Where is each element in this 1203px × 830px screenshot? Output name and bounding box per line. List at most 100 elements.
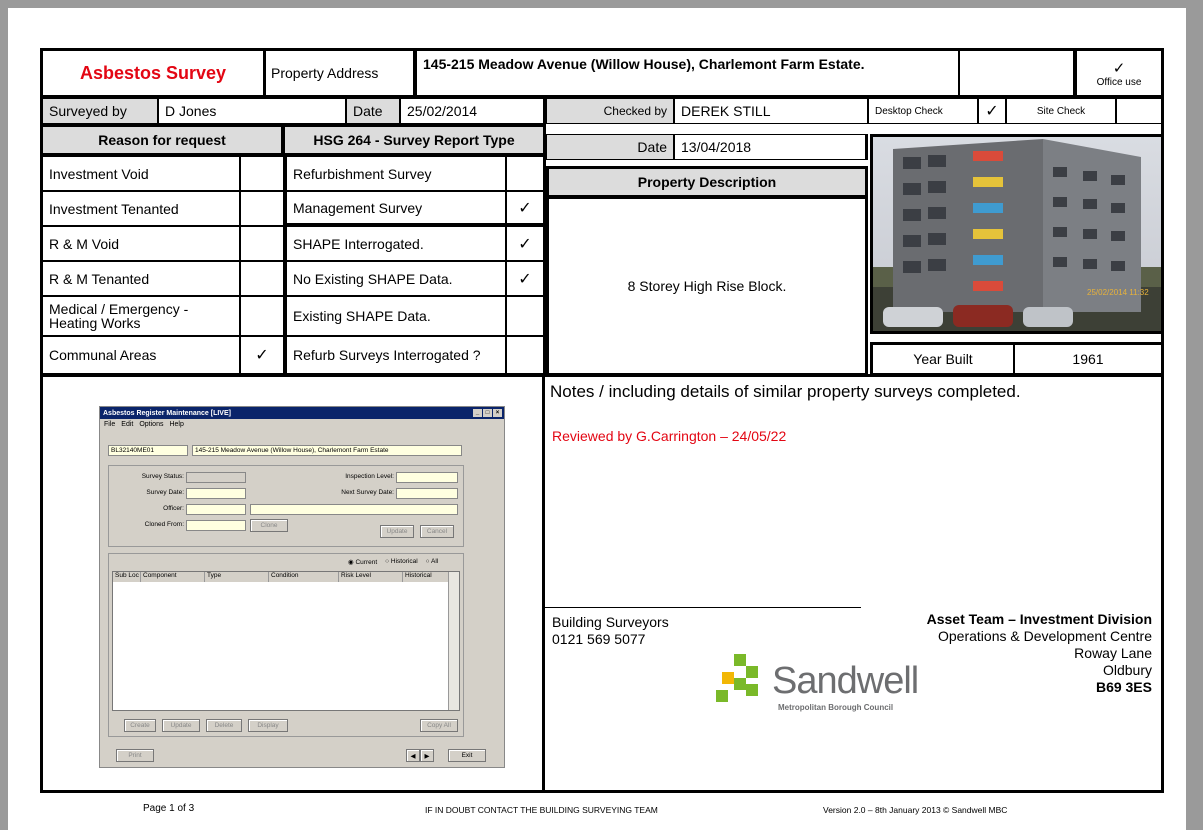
desktop-check-tick: ✓ — [985, 103, 999, 120]
hsg-row-2: Management Survey — [284, 191, 506, 226]
reason-tick-5 — [240, 296, 284, 336]
hsg-row-3: SHAPE Interrogated. — [284, 226, 506, 261]
sandwell-logo: Sandwell Metropolitan Borough Council — [716, 654, 946, 716]
col-risk-level: Risk Level — [339, 572, 403, 582]
reason-row-4: R & M Tenanted — [40, 261, 240, 296]
app-create-button: Create — [124, 719, 156, 732]
hsg-tick-6 — [506, 336, 546, 374]
desktop-check-tick-cell: ✓ — [978, 98, 1006, 124]
list-scrollbar — [448, 572, 459, 710]
hsg-label-5: Existing SHAPE Data. — [293, 308, 431, 324]
checked-by-label: Checked by — [603, 104, 667, 118]
notes-heading-bold: Notes — [550, 382, 595, 401]
app-cloned-from-label: Cloned From: — [144, 521, 184, 528]
hsg-label-6: Refurb Surveys Interrogated ? — [293, 347, 481, 363]
col-condition: Condition — [269, 572, 339, 582]
property-description-heading: Property Description — [637, 174, 777, 190]
hsg-label-1: Refurbishment Survey — [293, 165, 432, 182]
app-survey-status-select — [186, 472, 246, 483]
date-cell: 25/02/2014 — [400, 98, 544, 124]
hsg-label-4: No Existing SHAPE Data. — [293, 270, 453, 287]
viewer-scrollbar[interactable] — [1187, 0, 1203, 830]
reason-label-4: R & M Tenanted — [49, 270, 150, 287]
property-photo: 25/02/2014 11:32 — [870, 134, 1164, 334]
col-historical: Historical — [403, 572, 449, 582]
desktop-check-label-cell: Desktop Check — [868, 98, 978, 124]
checked-date-label-cell: Date — [546, 134, 674, 160]
reason-label-1: Investment Void — [49, 165, 149, 182]
app-ref-field: BL32140ME01 — [108, 445, 188, 456]
document-page: Asbestos Survey Property Address 145-215… — [8, 8, 1186, 830]
surveyed-by: D Jones — [165, 103, 217, 119]
hsg-heading: HSG 264 - Survey Report Type — [313, 132, 515, 148]
reason-heading-cell: Reason for request — [40, 124, 284, 156]
hsg-tick-mark-3: ✓ — [518, 235, 532, 253]
sandwell-logo-mark-icon — [716, 654, 758, 702]
radio-all: ○ All — [425, 558, 439, 565]
close-icon: × — [493, 409, 502, 417]
reason-tick-mark-6: ✓ — [255, 347, 269, 364]
checked-by-label-cell: Checked by — [544, 98, 674, 124]
hsg-tick-1 — [506, 156, 546, 191]
hsg-tick-3: ✓ — [506, 226, 546, 261]
reason-row-1: Investment Void — [40, 156, 240, 191]
radio-all-label: All — [431, 558, 439, 565]
date-label-cell: Date — [346, 98, 400, 124]
title-cell: Asbestos Survey — [40, 48, 266, 98]
reason-tick-6: ✓ — [240, 336, 284, 374]
hsg-tick-mark-2: ✓ — [518, 199, 532, 217]
col-component: Component — [141, 572, 205, 582]
checked-date: 13/04/2018 — [681, 139, 752, 155]
reason-tick-2 — [240, 191, 284, 226]
checked-date-label: Date — [637, 139, 667, 155]
notes-divider — [545, 607, 861, 608]
tower-block-photo: 25/02/2014 11:32 — [873, 137, 1161, 331]
app-survey-date-label: Survey Date: — [146, 489, 184, 496]
radio-current: ◉ Current — [348, 559, 378, 566]
survey-date: 25/02/2014 — [407, 103, 478, 119]
property-address-label-cell: Property Address — [264, 48, 414, 98]
app-prev-arrow-icon: ◀ — [406, 749, 420, 762]
app-next-arrow-icon: ▶ — [420, 749, 434, 762]
app-update-button: Update — [380, 525, 414, 538]
app-next-survey-date-field — [396, 488, 458, 499]
office-use-cell: ✓ Office use — [1074, 48, 1164, 98]
reason-label-3: R & M Void — [49, 235, 120, 252]
office-blank-cell — [958, 48, 1074, 98]
app-exit-button: Exit — [448, 749, 486, 762]
hsg-row-4: No Existing SHAPE Data. — [284, 261, 506, 296]
sandwell-logo-word: Sandwell — [772, 660, 919, 702]
form-title: Asbestos Survey — [79, 62, 227, 83]
footer-version: Version 2.0 – 8th January 2013 © Sandwel… — [823, 805, 1008, 815]
hsg-label-3: SHAPE Interrogated. — [293, 235, 424, 252]
col-type: Type — [205, 572, 269, 582]
app-officer-field — [186, 504, 246, 515]
maximize-icon: □ — [483, 409, 492, 417]
app-menu-bar: File Edit Options Help — [100, 419, 504, 429]
section-divider — [40, 374, 1164, 377]
year-built: 1961 — [1072, 351, 1104, 367]
lower-vertical-divider — [542, 374, 545, 793]
notes-heading: Notes / including details of similar pro… — [550, 382, 1021, 402]
footer-page: Page 1 of 3 — [143, 803, 195, 814]
app-delete-button: Delete — [206, 719, 242, 732]
photo-date-stamp: 25/02/2014 11:32 — [1087, 288, 1149, 297]
hsg-tick-2: ✓ — [506, 191, 546, 226]
desktop-check-label: Desktop Check — [875, 105, 943, 117]
surveyed-by-label-cell: Surveyed by — [40, 98, 158, 124]
surveyed-by-cell: D Jones — [158, 98, 346, 124]
app-title: Asbestos Register Maintenance [LIVE] — [103, 409, 231, 417]
hsg-label-2: Management Survey — [293, 199, 423, 216]
reason-row-3: R & M Void — [40, 226, 240, 261]
app-title-bar: Asbestos Register Maintenance [LIVE] _ □… — [100, 407, 504, 419]
contact-dept: Building Surveyors — [552, 614, 669, 630]
contact-team: Asset Team – Investment Division — [926, 611, 1152, 627]
col-sub-loc: Sub Loc — [113, 572, 141, 582]
property-description-heading-cell: Property Description — [546, 166, 868, 198]
property-address-label: Property Address — [271, 65, 379, 81]
site-check-tick-cell — [1116, 98, 1164, 124]
app-cloned-from-field — [186, 520, 246, 531]
hsg-row-6: Refurb Surveys Interrogated ? — [284, 336, 506, 374]
hsg-heading-cell: HSG 264 - Survey Report Type — [282, 124, 546, 156]
office-use-tick: ✓ — [1112, 59, 1126, 77]
